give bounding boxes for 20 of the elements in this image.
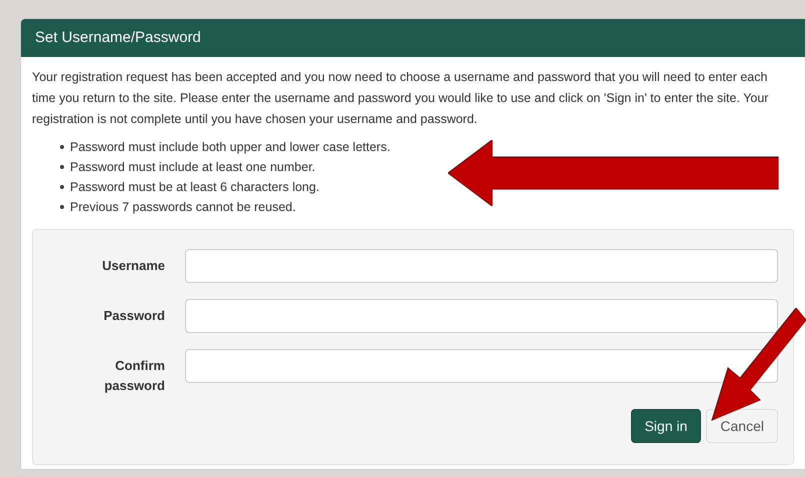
field-label: Username — [102, 257, 165, 275]
arrow-icon — [710, 308, 806, 422]
field-label: Password — [104, 307, 165, 325]
input-field[interactable] — [185, 349, 778, 383]
rule-text: Password must include at least one number. — [70, 158, 316, 176]
input-field[interactable] — [185, 299, 778, 333]
rule-text: Password must be at least 6 characters long. — [70, 178, 320, 196]
intro-text: Your registration request has been accepted and you now need to choose a username and password that you will need to enter each time you return to the site. Please enter the username and password you would like to use and click on 'Sign in' to enter the site. Your registration is not complete until you have chosen your username and password. — [32, 69, 770, 128]
bullet-icon — [60, 145, 64, 149]
arrow-icon — [448, 140, 780, 206]
bullet-icon — [60, 165, 64, 169]
sign-in-button[interactable]: Sign in — [630, 409, 702, 443]
bullet-icon — [60, 185, 64, 189]
input-field[interactable] — [185, 249, 778, 283]
rule-text: Password must include both upper and lower case letters. — [70, 138, 390, 156]
rule-text: Previous 7 passwords cannot be reused. — [70, 198, 296, 216]
panel-title: Set Username/Password — [35, 28, 201, 48]
cancel-button[interactable]: Cancel — [706, 409, 778, 443]
bullet-icon — [60, 205, 64, 209]
field-label: Confirm password — [103, 357, 165, 395]
